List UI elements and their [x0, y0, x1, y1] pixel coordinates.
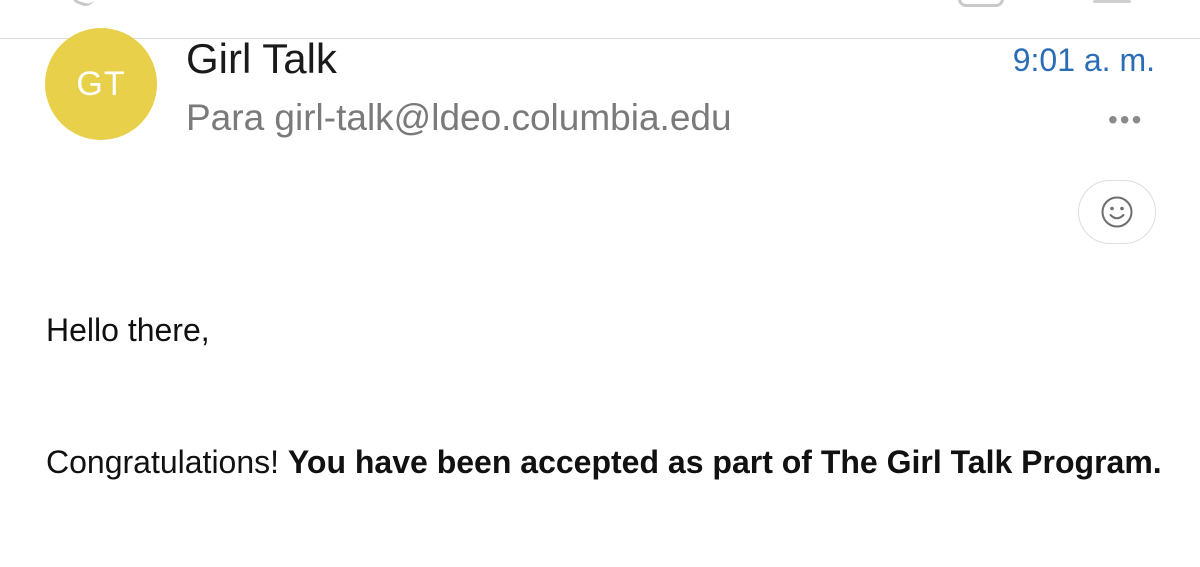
- acceptance-text: You have been accepted as part of The Gi…: [287, 444, 1162, 480]
- avatar[interactable]: GT: [45, 28, 157, 140]
- more-options-icon[interactable]: •••: [1108, 106, 1143, 134]
- email-greeting: Hello there,: [46, 312, 210, 348]
- message-time: 9:01 a. m.: [1012, 42, 1155, 78]
- archive-icon[interactable]: [958, 0, 1004, 7]
- email-body-paragraph: Congratulations! You have been accepted …: [46, 430, 1166, 494]
- smiley-face-icon: [1101, 196, 1133, 228]
- reaction-button[interactable]: [1078, 180, 1156, 244]
- recipient-line[interactable]: Para girl-talk@ldeo.columbia.edu: [186, 96, 732, 140]
- top-toolbar: [0, 0, 1200, 39]
- menu-icon[interactable]: [1093, 0, 1131, 3]
- congrats-text: Congratulations!: [46, 444, 288, 480]
- back-icon[interactable]: [68, 0, 96, 9]
- avatar-initials: GT: [76, 64, 126, 103]
- sender-name[interactable]: Girl Talk: [186, 34, 337, 84]
